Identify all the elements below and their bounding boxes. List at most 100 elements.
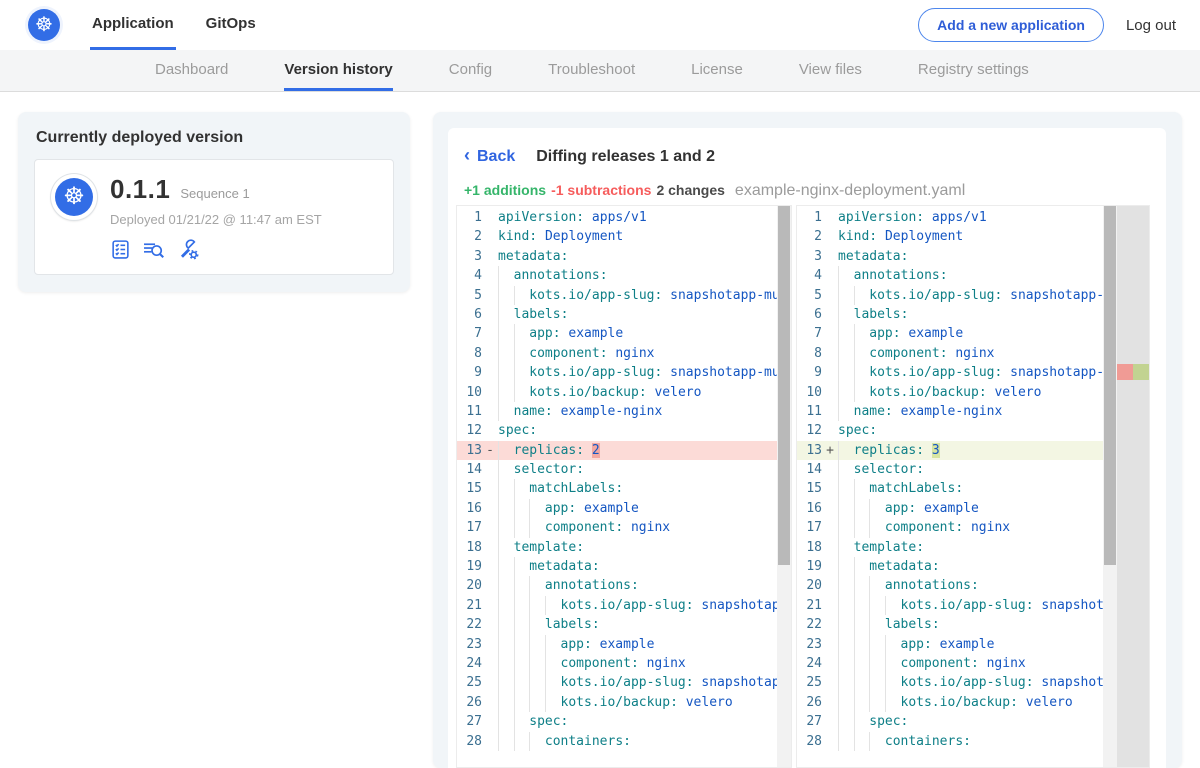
diff-marker — [482, 460, 498, 479]
yaml-key: app: — [561, 637, 592, 652]
yaml-key: component: — [545, 520, 623, 535]
yaml-key: metadata: — [869, 559, 939, 574]
deploy-logs-icon[interactable] — [142, 239, 166, 260]
indent-guide — [869, 654, 885, 673]
indent-guide — [498, 363, 514, 382]
diff-marker — [482, 596, 498, 615]
add-new-application-button[interactable]: Add a new application — [918, 8, 1104, 42]
code-line: 5kots.io/app-slug: snapshotapp-mu — [457, 286, 791, 305]
indent-guide — [869, 635, 885, 654]
indent-guide — [869, 518, 885, 537]
yaml-key: kots.io/app-slug: — [561, 598, 694, 613]
scrollbar-thumb[interactable] — [778, 206, 790, 565]
line-number: 26 — [797, 693, 822, 712]
diff-pane-before[interactable]: 1apiVersion: apps/v12kind: Deployment3me… — [456, 205, 792, 768]
line-number: 2 — [797, 227, 822, 246]
yaml-value: example — [600, 637, 655, 652]
code-line: 3metadata: — [457, 247, 791, 266]
line-number: 10 — [797, 383, 822, 402]
yaml-key: metadata: — [838, 249, 908, 264]
subtab-version-history[interactable]: Version history — [284, 50, 392, 91]
indent-guide — [854, 383, 870, 402]
diff-filename: example-nginx-deployment.yaml — [735, 182, 965, 200]
diff-marker — [482, 732, 498, 751]
scrollbar-track[interactable] — [777, 206, 791, 767]
yaml-value: nginx — [615, 346, 654, 361]
code-line: 10kots.io/backup: velero — [797, 383, 1149, 402]
indent-guide — [498, 286, 514, 305]
diff-marker — [822, 286, 838, 305]
indent-guide — [838, 441, 854, 460]
diff-pane-after[interactable]: 1apiVersion: apps/v12 kind: Deployment 3me… — [796, 205, 1150, 768]
indent-guide — [838, 305, 854, 324]
indent-guide — [498, 499, 514, 518]
yaml-key: name: — [854, 404, 893, 419]
indent-guide — [838, 363, 854, 382]
diff-marker — [822, 479, 838, 498]
yaml-key: kind: — [838, 229, 877, 244]
line-number: 4 — [797, 266, 822, 285]
indent-guide — [854, 324, 870, 343]
diff-marker — [822, 732, 838, 751]
yaml-key: kind: — [498, 229, 537, 244]
scrollbar-thumb[interactable] — [1104, 206, 1116, 565]
diff-marker — [482, 286, 498, 305]
yaml-key: kots.io/backup: — [869, 385, 986, 400]
indent-guide — [838, 479, 854, 498]
diff-marker — [482, 247, 498, 266]
yaml-key: app: — [545, 501, 576, 516]
yaml-key: selector: — [514, 462, 584, 477]
code-line: 2kind: Deployment — [457, 227, 791, 246]
diff-marker — [482, 557, 498, 576]
diff-marker — [822, 518, 838, 537]
indent-guide — [869, 615, 885, 634]
indent-guide — [498, 596, 514, 615]
indent-guide — [514, 596, 530, 615]
line-number: 17 — [457, 518, 482, 537]
kubernetes-logo-icon: ☸ — [28, 9, 60, 41]
line-number: 1 — [457, 208, 482, 227]
subtab-view-files[interactable]: View files — [799, 50, 862, 91]
diff-marker — [482, 499, 498, 518]
indent-guide — [514, 732, 530, 751]
subtab-registry-settings[interactable]: Registry settings — [918, 50, 1029, 91]
logout-link[interactable]: Log out — [1126, 17, 1176, 34]
yaml-key: app: — [869, 326, 900, 341]
diff-overview-ruler[interactable] — [1117, 206, 1149, 767]
yaml-key: annotations: — [854, 268, 948, 283]
diff-marker — [482, 673, 498, 692]
line-number: 7 — [457, 324, 482, 343]
yaml-value: Deployment — [885, 229, 963, 244]
code-line: 1apiVersion: apps/v1 — [797, 208, 1149, 227]
back-button[interactable]: ‹ Back — [464, 146, 515, 167]
yaml-value: example — [568, 326, 623, 341]
code-line: 7app: example — [457, 324, 791, 343]
subtab-config[interactable]: Config — [449, 50, 492, 91]
line-number: 11 — [797, 402, 822, 421]
code-line: 21kots.io/app-slug: snapshotap — [797, 596, 1149, 615]
indent-guide — [869, 576, 885, 595]
top-nav: ☸ Application GitOps Add a new applicati… — [0, 0, 1200, 50]
code-line: 4 annotations: — [797, 266, 1149, 285]
subtab-license[interactable]: License — [691, 50, 743, 91]
subtab-dashboard[interactable]: Dashboard — [155, 50, 228, 91]
indent-guide — [545, 635, 561, 654]
subtab-troubleshoot[interactable]: Troubleshoot — [548, 50, 635, 91]
diff-marker — [482, 305, 498, 324]
release-notes-icon[interactable] — [110, 239, 131, 260]
indent-guide — [869, 499, 885, 518]
code-line: 8component: nginx — [457, 344, 791, 363]
yaml-key: annotations: — [885, 578, 979, 593]
tab-gitops[interactable]: GitOps — [204, 0, 258, 50]
line-number: 25 — [457, 673, 482, 692]
yaml-key: labels: — [545, 617, 600, 632]
line-number: 10 — [457, 383, 482, 402]
code-line: 28containers: — [797, 732, 1149, 751]
yaml-key: metadata: — [498, 249, 568, 264]
edit-config-icon[interactable] — [177, 238, 199, 260]
yaml-value: snapshotap — [701, 675, 779, 690]
scrollbar-track[interactable] — [1103, 206, 1117, 767]
tab-application[interactable]: Application — [90, 0, 176, 50]
code-line: 3metadata: — [797, 247, 1149, 266]
code-line: 12spec: — [457, 421, 791, 440]
